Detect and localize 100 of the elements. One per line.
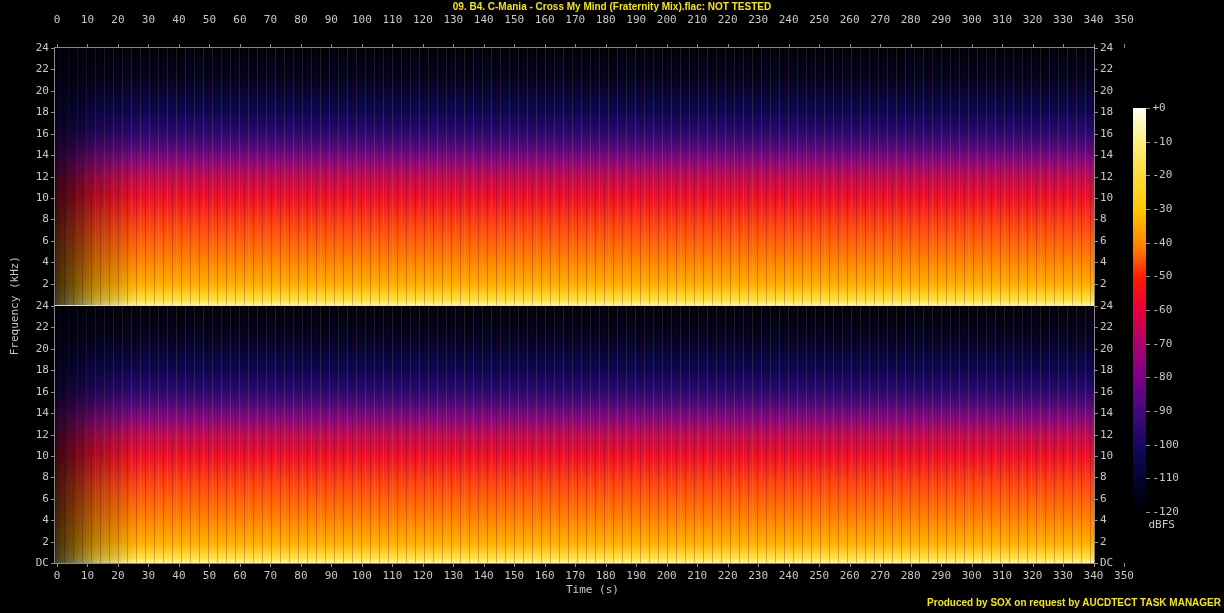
axis-title: Time (s) [566,583,619,596]
axis-tick-label: 210 [687,570,708,582]
axis-tick-label: 320 [1022,14,1043,26]
axis-tick-label: 14 [1099,407,1114,420]
axis-tick-label: 2 [42,535,49,548]
axis-tick-label: 4 [1099,256,1107,269]
axis-tick-label: 320 [1022,570,1043,582]
axis-tick-label: 18 [35,364,49,377]
axis-tick-label: 22 [1099,321,1114,334]
axis-tick-label: 300 [961,570,982,582]
axis-tick-label: 22 [35,63,49,76]
axis-tick-label: 10 [35,449,49,462]
axis-tick-label: 90 [324,14,338,26]
axis-tick-label: 8 [42,471,49,484]
axis-tick-label: 290 [931,14,952,26]
axis-tick-label: 2 [42,277,49,290]
axis-tick-label: 100 [351,570,372,582]
axis-tick-label: 22 [35,321,49,334]
axis-tick-label: 170 [565,570,586,582]
axis-tick-label: 60 [233,14,247,26]
axis-tick-label: 8 [42,213,49,226]
axis-tick-label: 22 [1099,63,1114,76]
axis-tick-label: 0 [53,14,61,26]
axis-tick-label: 12 [35,170,49,183]
axis-tick-label: 20 [35,84,49,97]
footer-note: Produced by SOX on request by AUCDTECT TASK MANAGER [926,597,1222,610]
axis-tick-label: 18 [1099,364,1114,377]
axis-tick-label: 100 [351,14,372,26]
axis-tick-label: 2 [1099,277,1107,290]
axis-tick-label: 10 [80,570,95,582]
axis-tick-label: 4 [42,514,49,527]
axis-tick-label: 160 [534,570,555,582]
axis-tick-label: 220 [717,570,738,582]
axis-tick-label: 240 [778,570,799,582]
axis-tick-label: 180 [595,14,616,26]
axis-tick-label: 280 [900,14,921,26]
axis-tick-label: 280 [900,570,921,582]
axis-tick-label: 20 [1099,342,1114,355]
axis-tick-label: 14 [35,407,49,420]
axis-tick-label: 70 [263,570,277,582]
axis-tick-label: -110 [1152,472,1179,485]
axis-tick-label: 300 [961,14,982,26]
axis-tick-label: 170 [565,14,586,26]
axis-tick-label: 80 [294,14,308,26]
axis-tick-label: -40 [1152,236,1173,249]
axis-tick-label: 0 [53,570,61,582]
axis-tick-label: 20 [111,570,125,582]
axis-tick-label: -20 [1152,169,1173,182]
axis-tick-label: 10 [1099,449,1114,462]
axis-tick-label: 200 [656,14,677,26]
axis-tick-label: 120 [412,14,433,26]
axis-tick-label: 50 [202,14,217,26]
axis-tick-label: 340 [1083,14,1104,26]
axis-tick-label: 260 [839,570,860,582]
axis-tick-label: 330 [1053,14,1073,26]
axis-tick-label: 290 [931,570,952,582]
axis-tick-label: 6 [42,492,49,505]
axis-tick-label: 16 [35,127,49,140]
axis-tick-label: 350 [1114,14,1134,26]
axis-tick-label: 60 [233,570,247,582]
axis-tick-label: 350 [1114,570,1134,582]
axis-tick-label: 24 [1099,300,1114,312]
axis-tick-label: 16 [35,385,49,398]
axis-tick-label: 40 [172,14,186,26]
axis-tick-label: 18 [1099,106,1114,119]
axis-tick-label: 6 [1099,492,1107,505]
axis-tick-label: -30 [1152,203,1173,215]
axis-tick-label: 190 [626,570,647,582]
axis-tick-label: 24 [35,300,49,312]
axis-tick-label: -80 [1152,371,1173,384]
unit-label: dBFS [1148,519,1175,531]
axis-tick-label: 8 [1099,213,1107,226]
axis-tick-label: 230 [748,570,769,582]
axis-tick-label: -90 [1152,405,1173,417]
axis-tick-label: 130 [443,14,464,26]
axis-tick-label: 140 [473,570,494,582]
axis-tick-label: 18 [35,106,49,119]
axis-tick-label: 12 [1099,428,1114,441]
axis-tick-label: 210 [687,14,708,26]
axis-tick-label: 16 [1099,127,1114,140]
axis-tick-label: 70 [263,14,277,26]
axis-tick-label: +0 [1152,102,1166,114]
axis-tick-label: 310 [992,14,1012,26]
axis-tick-label: 14 [1099,149,1114,162]
axis-tick-label: -120 [1152,506,1179,518]
axis-tick-label: 250 [809,14,830,26]
axis-tick-label: 30 [141,570,156,582]
axis-tick-label: 24 [35,42,49,54]
axis-tick-label: 10 [1099,191,1114,204]
chart-title: 09. B4. C-Mania - Cross My Mind (Fraternity Mix).flac: NOT TESTED [451,1,773,12]
axis-tick-label: 20 [35,342,49,355]
axis-tick-label: 190 [626,14,647,26]
axis-tick-label: 110 [382,570,403,582]
axis-tick-label: 4 [42,256,49,269]
axis-tick-label: 16 [1099,385,1114,398]
axis-tick-label: 250 [809,570,830,582]
axis-tick-label: 260 [839,14,860,26]
axis-tick-label: 12 [35,428,49,441]
axis-title: Frequency (kHz) [7,255,21,356]
axis-tick-label: 12 [1099,170,1114,183]
